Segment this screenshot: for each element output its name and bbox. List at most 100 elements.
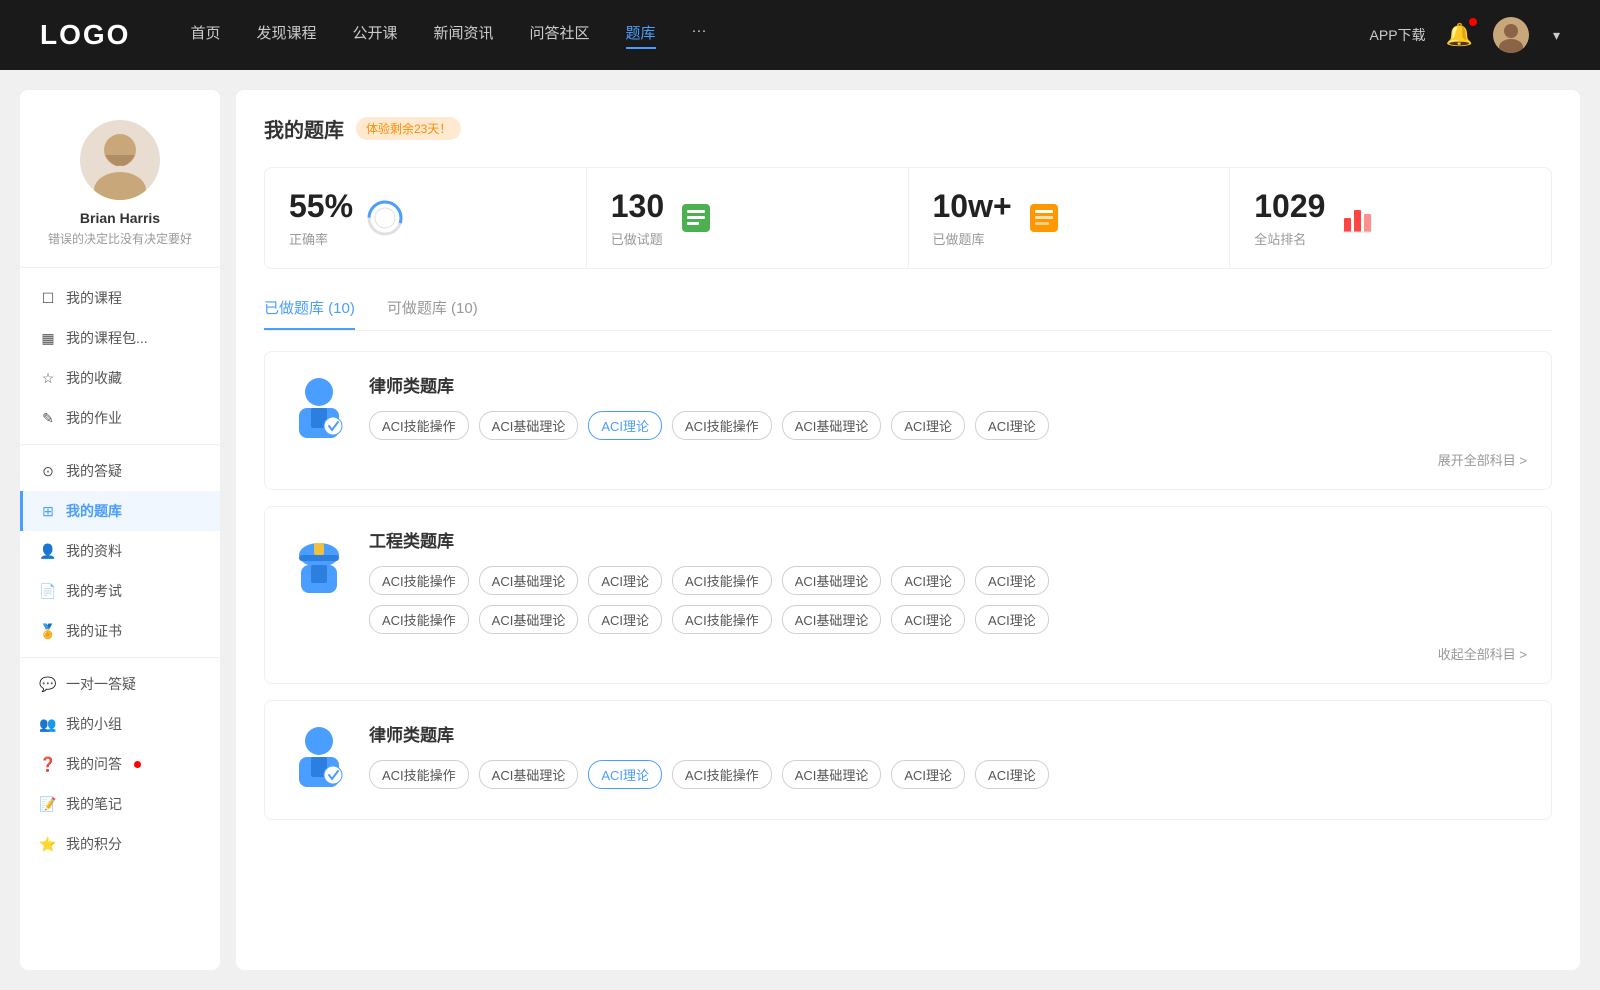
- tag-2-7[interactable]: ACI技能操作: [369, 605, 469, 634]
- tag-3-0[interactable]: ACI技能操作: [369, 760, 469, 789]
- tag-2-9[interactable]: ACI理论: [588, 605, 662, 634]
- nav-news[interactable]: 新闻资讯: [434, 22, 494, 49]
- tag-2-3[interactable]: ACI技能操作: [672, 566, 772, 595]
- sidebar-divider-1: [20, 444, 220, 445]
- page-header: 我的题库 体验剩余23天！: [264, 114, 1552, 143]
- sidebar-item-profile[interactable]: 👤 我的资料: [20, 531, 220, 571]
- sidebar-avatar: [80, 120, 160, 200]
- stat-banks-done: 10w+ 已做题库: [909, 168, 1231, 268]
- tab-available[interactable]: 可做题库 (10): [387, 297, 478, 330]
- notification-badge: [1469, 18, 1477, 26]
- tag-1-3[interactable]: ACI技能操作: [672, 411, 772, 440]
- tag-1-1[interactable]: ACI基础理论: [479, 411, 579, 440]
- sidebar-item-qa[interactable]: ⊙ 我的答疑: [20, 451, 220, 491]
- tag-2-11[interactable]: ACI基础理论: [782, 605, 882, 634]
- qa-dot: [134, 761, 141, 768]
- trial-badge: 体验剩余23天！: [356, 117, 461, 140]
- tag-2-6[interactable]: ACI理论: [975, 566, 1049, 595]
- app-download[interactable]: APP下载: [1370, 25, 1426, 45]
- sidebar-item-group[interactable]: 👥 我的小组: [20, 704, 220, 744]
- navbar-right: APP下载 🔔 ▾: [1370, 17, 1560, 53]
- tag-1-0[interactable]: ACI技能操作: [369, 411, 469, 440]
- tag-2-5[interactable]: ACI理论: [891, 566, 965, 595]
- tags-row-2a: ACI技能操作 ACI基础理论 ACI理论 ACI技能操作 ACI基础理论 AC…: [369, 566, 1527, 595]
- tags-row-2b: ACI技能操作 ACI基础理论 ACI理论 ACI技能操作 ACI基础理论 AC…: [369, 605, 1527, 634]
- star-icon: ☆: [40, 370, 56, 386]
- sidebar-profile: Brian Harris 错误的决定比没有决定要好: [20, 110, 220, 268]
- nav-home[interactable]: 首页: [190, 22, 220, 49]
- tag-2-1[interactable]: ACI基础理论: [479, 566, 579, 595]
- tag-2-8[interactable]: ACI基础理论: [479, 605, 579, 634]
- sidebar-item-questions[interactable]: ❓ 我的问答: [20, 744, 220, 784]
- qbank-card-3: 律师类题库 ACI技能操作 ACI基础理论 ACI理论 ACI技能操作 ACI基…: [264, 700, 1552, 820]
- bank-icon: [1026, 200, 1062, 236]
- document-icon: 📄: [40, 583, 56, 599]
- nav-more[interactable]: ···: [692, 22, 707, 49]
- nav-discover[interactable]: 发现课程: [256, 22, 316, 49]
- tag-2-12[interactable]: ACI理论: [891, 605, 965, 634]
- stat-questions-done: 130 已做试题: [587, 168, 909, 268]
- tag-2-13[interactable]: ACI理论: [975, 605, 1049, 634]
- sidebar-item-cert[interactable]: 🏅 我的证书: [20, 611, 220, 651]
- qbank-body-3: 律师类题库 ACI技能操作 ACI基础理论 ACI理论 ACI技能操作 ACI基…: [369, 721, 1527, 799]
- qbank-body-2: 工程类题库 ACI技能操作 ACI基础理论 ACI理论 ACI技能操作 ACI基…: [369, 527, 1527, 663]
- logo: LOGO: [40, 19, 130, 51]
- notification-bell[interactable]: 🔔: [1446, 22, 1473, 48]
- qbank-card-2: 工程类题库 ACI技能操作 ACI基础理论 ACI理论 ACI技能操作 ACI基…: [264, 506, 1552, 684]
- sidebar-item-favorites[interactable]: ☆ 我的收藏: [20, 358, 220, 398]
- question-circle-icon: ⊙: [40, 463, 56, 479]
- tag-2-4[interactable]: ACI基础理论: [782, 566, 882, 595]
- stat-accuracy: 55% 正确率: [265, 168, 587, 268]
- person-icon: 👤: [40, 543, 56, 559]
- sidebar-user-name: Brian Harris: [80, 210, 160, 226]
- sidebar-item-points[interactable]: ⭐ 我的积分: [20, 824, 220, 864]
- page-title: 我的题库: [264, 114, 344, 143]
- sidebar-user-bio: 错误的决定比没有决定要好: [48, 230, 192, 247]
- tag-1-2[interactable]: ACI理论: [588, 411, 662, 440]
- expand-btn-1[interactable]: 展开全部科目 >: [369, 450, 1527, 469]
- navbar: LOGO 首页 发现课程 公开课 新闻资讯 问答社区 题库 ··· APP下载 …: [0, 0, 1600, 70]
- qbank-icon-lawyer-1: [289, 372, 349, 442]
- user-chevron[interactable]: ▾: [1553, 27, 1560, 44]
- sidebar-item-course[interactable]: ☐ 我的课程: [20, 278, 220, 318]
- sidebar-item-homework[interactable]: ✎ 我的作业: [20, 398, 220, 438]
- qbank-card-1: 律师类题库 ACI技能操作 ACI基础理论 ACI理论 ACI技能操作 ACI基…: [264, 351, 1552, 490]
- stat-rank-value: 1029: [1254, 188, 1325, 225]
- tag-3-6[interactable]: ACI理论: [975, 760, 1049, 789]
- list-icon: [678, 200, 714, 236]
- tag-3-3[interactable]: ACI技能操作: [672, 760, 772, 789]
- sidebar-item-tutor[interactable]: 💬 一对一答疑: [20, 664, 220, 704]
- tags-row-3: ACI技能操作 ACI基础理论 ACI理论 ACI技能操作 ACI基础理论 AC…: [369, 760, 1527, 789]
- nav-qa[interactable]: 问答社区: [530, 22, 590, 49]
- tag-1-4[interactable]: ACI基础理论: [782, 411, 882, 440]
- tag-3-4[interactable]: ACI基础理论: [782, 760, 882, 789]
- stat-questions-label: 已做试题: [611, 229, 664, 248]
- qbank-icon-lawyer-3: [289, 721, 349, 791]
- tab-done[interactable]: 已做题库 (10): [264, 297, 355, 330]
- sidebar-divider-2: [20, 657, 220, 658]
- user-avatar[interactable]: [1493, 17, 1529, 53]
- stats-row: 55% 正确率 130 已做试题: [264, 167, 1552, 269]
- nav-opencourse[interactable]: 公开课: [352, 22, 397, 49]
- tag-1-6[interactable]: ACI理论: [975, 411, 1049, 440]
- sidebar-item-notes[interactable]: 📝 我的笔记: [20, 784, 220, 824]
- sidebar-item-coursepack[interactable]: ▦ 我的课程包...: [20, 318, 220, 358]
- sidebar-item-qbank[interactable]: ⊞ 我的题库: [20, 491, 220, 531]
- collapse-btn-2[interactable]: 收起全部科目 >: [369, 644, 1527, 663]
- sidebar-item-exam[interactable]: 📄 我的考试: [20, 571, 220, 611]
- tag-2-2[interactable]: ACI理论: [588, 566, 662, 595]
- qbank-title-3: 律师类题库: [369, 721, 1527, 746]
- stat-rank-label: 全站排名: [1254, 229, 1325, 248]
- tag-2-0[interactable]: ACI技能操作: [369, 566, 469, 595]
- tag-3-1[interactable]: ACI基础理论: [479, 760, 579, 789]
- tag-3-5[interactable]: ACI理论: [891, 760, 965, 789]
- nav-menu: 首页 发现课程 公开课 新闻资讯 问答社区 题库 ···: [190, 22, 1369, 49]
- qbank-title-2: 工程类题库: [369, 527, 1527, 552]
- tag-2-10[interactable]: ACI技能操作: [672, 605, 772, 634]
- group-icon: 👥: [40, 716, 56, 732]
- tag-1-5[interactable]: ACI理论: [891, 411, 965, 440]
- qbank-icon-engineer: [289, 527, 349, 597]
- edit-icon: ✎: [40, 410, 56, 426]
- tag-3-2[interactable]: ACI理论: [588, 760, 662, 789]
- nav-qbank[interactable]: 题库: [626, 22, 656, 49]
